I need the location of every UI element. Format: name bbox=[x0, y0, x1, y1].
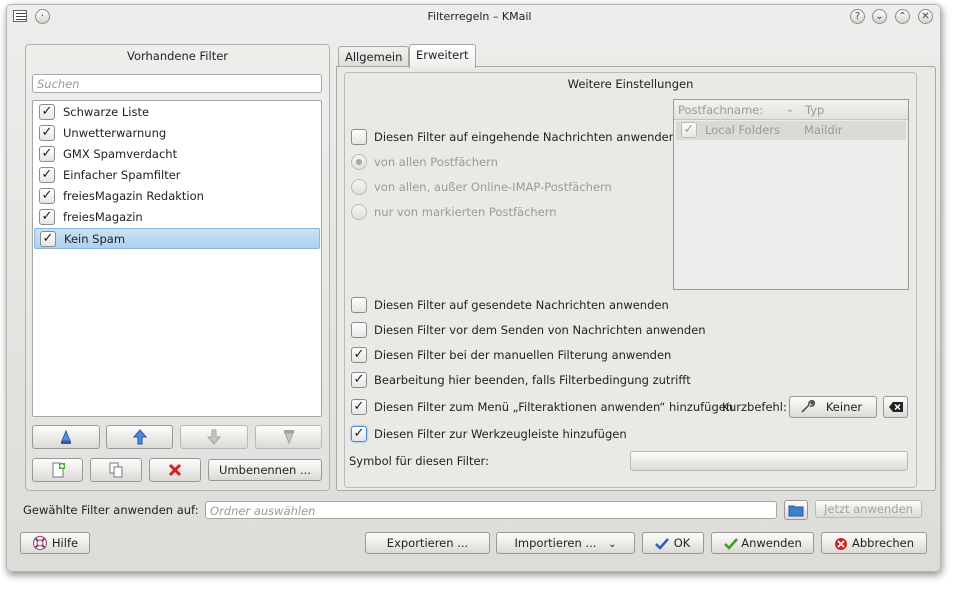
filter-list-title: Vorhandene Filter bbox=[126, 49, 229, 63]
minimize-button[interactable]: ⌄ bbox=[872, 9, 887, 24]
copy-filter-button[interactable] bbox=[90, 458, 142, 482]
filter-listbox[interactable]: ✓ Schwarze Liste ✓ Unwetterwarnung ✓ GMX Sp… bbox=[32, 100, 322, 417]
maximize-button[interactable]: ⌃ bbox=[895, 9, 910, 24]
list-item[interactable]: ✓ freiesMagazin Redaktion bbox=[33, 186, 321, 207]
list-item[interactable]: ✓ Schwarze Liste bbox=[33, 102, 321, 123]
arrow-down-icon bbox=[206, 429, 222, 445]
sent-checkbox[interactable] bbox=[351, 297, 367, 313]
checkbox-checked-icon[interactable]: ✓ bbox=[39, 146, 55, 162]
folder-tree-header: Postfachname: ⌄ Typ bbox=[674, 100, 908, 120]
radio-all-folders-label: von allen Postfächern bbox=[374, 155, 498, 169]
copy-icon bbox=[109, 462, 123, 478]
incoming-label: Diesen Filter auf eingehende Nachrichten… bbox=[374, 130, 677, 144]
tab-allgemein[interactable]: Allgemein bbox=[338, 46, 410, 68]
checkbox-checked-icon[interactable]: ✓ bbox=[39, 125, 55, 141]
tab-erweitert[interactable]: Erweitert bbox=[409, 44, 476, 68]
radio-except-imap-label: von allen, außer Online-IMAP-Postfächern bbox=[374, 180, 612, 194]
before-send-checkbox[interactable] bbox=[351, 322, 367, 338]
cancel-button[interactable]: Abbrechen bbox=[821, 532, 927, 554]
help-lifebuoy-icon bbox=[33, 536, 47, 550]
tree-row-local-folders[interactable]: ✓ Local Folders Maildir bbox=[676, 121, 906, 140]
symbol-label: Symbol für diesen Filter: bbox=[349, 454, 489, 468]
stop-checkbox[interactable]: ✓ bbox=[351, 372, 367, 388]
checkbox-checked-icon[interactable]: ✓ bbox=[39, 188, 55, 204]
checkbox-checked-icon[interactable]: ✓ bbox=[39, 104, 55, 120]
column-postfachname[interactable]: Postfachname: bbox=[678, 100, 763, 120]
advanced-group-title: Weitere Einstellungen bbox=[567, 77, 694, 91]
move-bottom-button[interactable] bbox=[255, 425, 322, 449]
shortcut-button[interactable]: Keiner bbox=[789, 396, 877, 418]
help-button[interactable]: Hilfe bbox=[20, 532, 90, 554]
folder-select-input[interactable]: Ordner auswählen bbox=[205, 501, 777, 519]
clear-shortcut-button[interactable] bbox=[883, 396, 908, 418]
radio-marked-folders-label: nur von markierten Postfächern bbox=[374, 205, 557, 219]
arrow-up-icon bbox=[132, 429, 147, 445]
column-typ[interactable]: Typ bbox=[805, 100, 824, 120]
filter-search-input[interactable]: Suchen bbox=[32, 74, 322, 93]
folder-icon bbox=[788, 505, 804, 517]
ok-button[interactable]: OK bbox=[642, 532, 704, 554]
stop-label: Bearbeitung hier beenden, falls Filterbe… bbox=[374, 373, 691, 387]
list-item[interactable]: ✓ freiesMagazin bbox=[33, 207, 321, 228]
new-document-icon bbox=[52, 462, 65, 478]
delete-x-icon bbox=[168, 463, 182, 477]
checkbox-checked-icon[interactable]: ✓ bbox=[681, 122, 697, 138]
checkbox-checked-icon[interactable]: ✓ bbox=[39, 209, 55, 225]
manual-label: Diesen Filter bei der manuellen Filterun… bbox=[374, 348, 672, 362]
sent-label: Diesen Filter auf gesendete Nachrichten … bbox=[374, 298, 669, 312]
chevron-down-icon: ⌄ bbox=[608, 539, 617, 550]
close-button[interactable]: ✕ bbox=[918, 9, 933, 24]
incoming-checkbox[interactable] bbox=[351, 129, 367, 145]
ok-check-icon bbox=[655, 538, 669, 550]
rename-filter-button[interactable]: Umbenennen ... bbox=[208, 459, 322, 481]
move-down-button[interactable] bbox=[180, 425, 248, 449]
backspace-icon bbox=[888, 402, 903, 412]
delete-filter-button[interactable] bbox=[149, 458, 201, 482]
radio-except-imap[interactable] bbox=[351, 179, 367, 195]
menu-checkbox[interactable]: ✓ bbox=[351, 399, 367, 415]
apply-check-icon bbox=[724, 538, 738, 550]
cancel-icon bbox=[835, 538, 847, 550]
before-send-label: Diesen Filter vor dem Senden von Nachric… bbox=[374, 323, 706, 337]
apply-to-label: Gewählte Filter anwenden auf: bbox=[23, 503, 199, 517]
radio-all-folders[interactable] bbox=[351, 154, 367, 170]
window-title: Filterregeln – KMail bbox=[427, 10, 532, 23]
export-button[interactable]: Exportieren ... bbox=[365, 532, 490, 554]
help-titlebar-button[interactable]: ? bbox=[850, 9, 865, 24]
import-button[interactable]: Importieren ... ⌄ bbox=[496, 532, 635, 554]
folder-browse-button[interactable] bbox=[784, 500, 808, 520]
shortcut-label: Kurzbefehl: bbox=[722, 400, 787, 414]
manual-checkbox[interactable]: ✓ bbox=[351, 347, 367, 363]
move-top-icon bbox=[61, 429, 71, 444]
menu-label: Diesen Filter zum Menü „Filteraktionen a… bbox=[374, 400, 734, 414]
list-item-selected[interactable]: ✓ Kein Spam bbox=[34, 228, 320, 249]
checkbox-checked-icon[interactable]: ✓ bbox=[40, 231, 56, 247]
toolbar-checkbox[interactable]: ✓ bbox=[351, 426, 367, 442]
apply-now-button[interactable]: Jetzt anwenden bbox=[815, 500, 922, 518]
wrench-icon bbox=[801, 400, 816, 413]
move-up-button[interactable] bbox=[106, 425, 173, 449]
radio-marked-folders[interactable] bbox=[351, 204, 367, 220]
list-item[interactable]: ✓ GMX Spamverdacht bbox=[33, 144, 321, 165]
list-item[interactable]: ✓ Unwetterwarnung bbox=[33, 123, 321, 144]
chevron-down-icon: ⌄ bbox=[786, 104, 795, 115]
toolbar-label: Diesen Filter zur Werkzeugleiste hinzufü… bbox=[374, 427, 627, 441]
apply-button[interactable]: Anwenden bbox=[711, 532, 814, 554]
new-filter-button[interactable] bbox=[32, 458, 83, 482]
symbol-button[interactable] bbox=[630, 451, 908, 471]
checkbox-checked-icon[interactable]: ✓ bbox=[39, 167, 55, 183]
list-item[interactable]: ✓ Einfacher Spamfilter bbox=[33, 165, 321, 186]
move-top-button[interactable] bbox=[32, 425, 100, 449]
folder-tree[interactable]: Postfachname: ⌄ Typ ✓ Local Folders Mail… bbox=[673, 99, 909, 290]
move-bottom-icon bbox=[283, 430, 294, 445]
